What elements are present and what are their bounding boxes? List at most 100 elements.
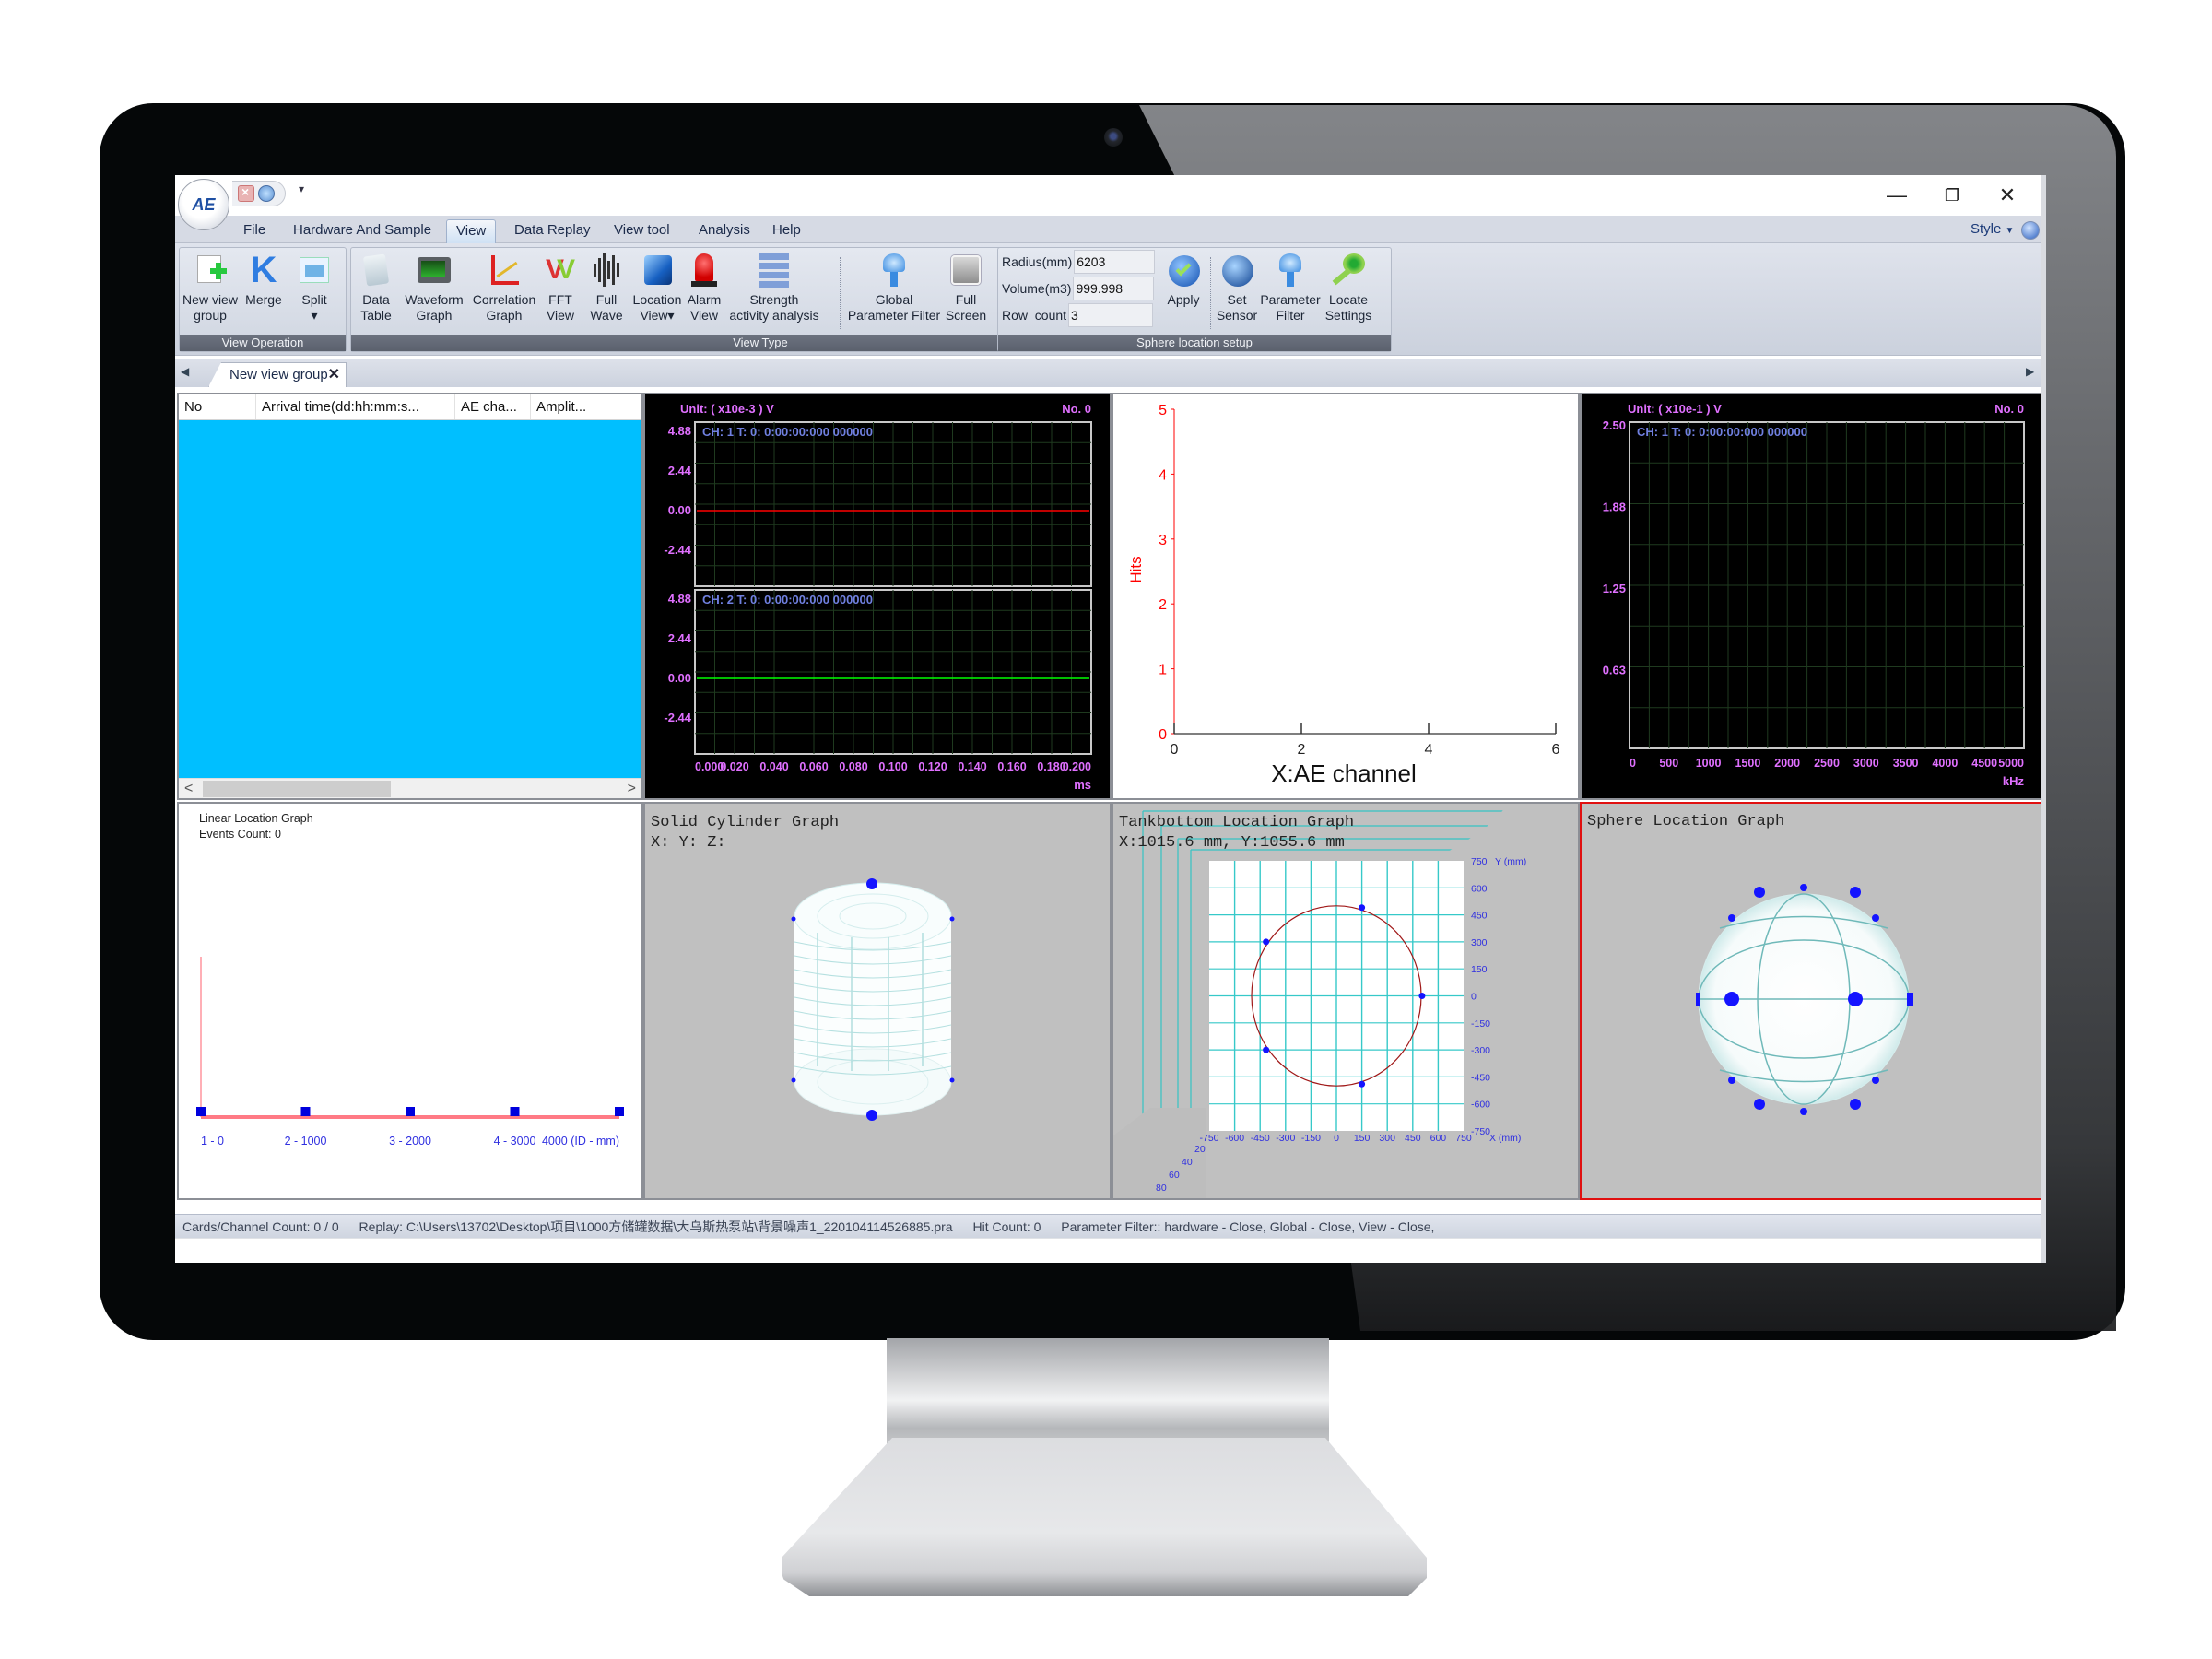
waveform-graph-panel: Unit: ( x10e-3 ) V No. 0 4.88 2.44 0.00 -2.44…: [643, 393, 1112, 800]
radius-field-row: Radius(mm) 6203: [1002, 250, 1156, 274]
column-no[interactable]: No: [179, 394, 256, 419]
y-tick-label: 0.00: [668, 671, 691, 685]
parameter-filter-button[interactable]: Parameter Filter: [1260, 250, 1321, 324]
tab-hardware-and-sample[interactable]: Hardware And Sample: [284, 219, 441, 243]
sensor-marker: [1850, 1099, 1861, 1110]
sphere-3d-view[interactable]: [1582, 804, 2044, 1198]
scroll-left-icon[interactable]: ◀: [181, 365, 189, 378]
x-tick-label: 0.040: [759, 760, 788, 773]
close-button[interactable]: ✕: [1980, 175, 2035, 216]
x-tick-label: 0.140: [958, 760, 986, 773]
column-amplitude[interactable]: Amplit...: [531, 394, 606, 419]
sensor-label: 1 - 0: [201, 1135, 224, 1147]
alarm-view-button[interactable]: Alarm View: [683, 250, 725, 324]
style-menu-label: Style: [1971, 221, 2002, 237]
column-arrival-time[interactable]: Arrival time(dd:hh:mm:s...: [256, 394, 455, 419]
set-sensor-button[interactable]: Set Sensor: [1214, 250, 1260, 324]
global-parameter-filter-button[interactable]: Global Parameter Filter: [845, 250, 943, 324]
title-bar: [175, 175, 2041, 216]
x-tick-label: 2500: [1814, 757, 1840, 770]
restore-button[interactable]: ❐: [1924, 175, 1980, 216]
volume-input[interactable]: 999.998: [1073, 276, 1155, 300]
tab-view[interactable]: View: [446, 219, 497, 243]
button-label: Location View▾: [632, 292, 682, 323]
apply-button[interactable]: Apply: [1160, 250, 1206, 308]
fft-view-button[interactable]: VV FFT View: [539, 250, 582, 324]
help-icon[interactable]: [2021, 221, 2040, 240]
row-count-label: Row count: [1002, 308, 1067, 323]
radius-input[interactable]: 6203: [1074, 250, 1156, 274]
y-tick-label: 150: [1471, 964, 1488, 975]
x-tick-label: 0.020: [720, 760, 748, 773]
split-button[interactable]: Split ▾: [288, 250, 340, 324]
scroll-right-icon[interactable]: ▶: [2026, 365, 2034, 378]
close-doc-icon[interactable]: ×: [238, 184, 254, 202]
app-menu-button[interactable]: AE: [178, 179, 229, 230]
tankbottom-title: Tankbottom Location Graph: [1119, 814, 1355, 831]
correlation-graph-button[interactable]: Correlation Graph: [469, 250, 539, 324]
x-tick-label: 600: [1430, 1133, 1447, 1144]
sensor-marker: [866, 878, 877, 889]
solid-cylinder-panel: Solid Cylinder Graph X: Y: Z:: [643, 802, 1112, 1200]
data-table-icon: [358, 252, 394, 288]
tab-data-replay[interactable]: Data Replay: [505, 219, 600, 243]
status-replay-path: Replay: C:\Users\13702\Desktop\项目\1000方储…: [359, 1219, 953, 1234]
x-tick-label: 4: [1425, 742, 1433, 758]
tab-file[interactable]: File: [234, 219, 275, 243]
qat-customize-icon[interactable]: ▾: [299, 182, 304, 195]
sensor-marker: [1359, 904, 1366, 912]
ribbon: New view group K Merge Split ▾ View Oper…: [175, 243, 2041, 356]
y-tick-label: 0.00: [668, 503, 691, 517]
axis-unit-label: 4000 (ID - mm): [542, 1135, 619, 1147]
scroll-left-arrow-icon[interactable]: <: [184, 779, 193, 798]
full-wave-button[interactable]: Full Wave: [582, 250, 631, 324]
locate-settings-button[interactable]: Locate Settings: [1321, 250, 1376, 324]
minimize-button[interactable]: —: [1869, 175, 1924, 216]
sensor-marker: [949, 916, 955, 922]
waveform-graph-button[interactable]: Waveform Graph: [399, 250, 469, 324]
style-menu[interactable]: Style ▼: [1971, 221, 2014, 237]
y-tick-label: 0: [1471, 992, 1477, 1003]
x-tick-label: -750: [1199, 1133, 1218, 1144]
column-ae-channel[interactable]: AE cha...: [455, 394, 531, 419]
scroll-right-arrow-icon[interactable]: >: [628, 779, 636, 798]
new-view-group-icon: [192, 252, 229, 288]
merge-button[interactable]: K Merge: [241, 250, 287, 308]
ribbon-tab-bar: File Hardware And Sample View Data Repla…: [175, 216, 2041, 243]
row-count-input[interactable]: 3: [1068, 303, 1154, 327]
ae-logo-icon: AE: [192, 194, 216, 214]
correlation-graph-panel: 0 1 2 3 4 5 0 2 4 6 X:AE channel Hits: [1112, 393, 1580, 800]
linear-location-chart: 1 - 0 2 - 1000 3 - 2000 4 - 3000 4000 (ID - …: [196, 957, 624, 1147]
close-tab-icon[interactable]: ✕: [328, 363, 340, 387]
zoom-icon[interactable]: [258, 185, 275, 202]
cylinder-3d-view[interactable]: [645, 804, 1110, 1198]
full-screen-button[interactable]: Full Screen: [943, 250, 989, 324]
tab-new-view-group[interactable]: New view group ✕: [208, 362, 347, 387]
location-view-button[interactable]: Location View▾: [631, 250, 683, 324]
group-view-operation: New view group K Merge Split ▾ View Oper…: [179, 247, 347, 352]
horizontal-scrollbar[interactable]: < >: [179, 778, 641, 798]
fft-view-icon: VV: [545, 254, 576, 285]
scrollbar-thumb[interactable]: [203, 781, 391, 797]
y-tick-label: 450: [1471, 911, 1488, 922]
fft-view-panel: Unit: ( x10e-1 ) V No. 0 CH: 1 T: 0: 0:00:…: [1580, 393, 2041, 800]
sphere-location-panel: Sphere Location Graph: [1580, 802, 2044, 1200]
tab-view-tool[interactable]: View tool: [605, 219, 679, 243]
x-tick-label: 1000: [1696, 757, 1722, 770]
cylinder-body: [794, 882, 952, 1116]
strength-activity-analysis-button[interactable]: Strength activity analysis: [725, 250, 823, 324]
tankbottom-chart[interactable]: 7506004503001500-150-300-450-600-750-750…: [1113, 804, 1578, 1198]
button-label: Locate Settings: [1324, 292, 1372, 323]
new-view-group-button[interactable]: New view group: [182, 250, 239, 324]
separator: [1210, 257, 1211, 329]
correlation-graph-icon: [486, 252, 523, 288]
sensor-marker: [1728, 914, 1735, 922]
tab-help[interactable]: Help: [763, 219, 810, 243]
split-icon: [296, 252, 333, 288]
y-tick-label: 4.88: [668, 424, 691, 438]
y-tick-label: 2.50: [1603, 418, 1626, 432]
button-label: Merge: [245, 292, 282, 307]
sensor-marker: [196, 1107, 206, 1116]
data-table-button[interactable]: Data Table: [353, 250, 399, 324]
tab-analysis[interactable]: Analysis: [689, 219, 759, 243]
